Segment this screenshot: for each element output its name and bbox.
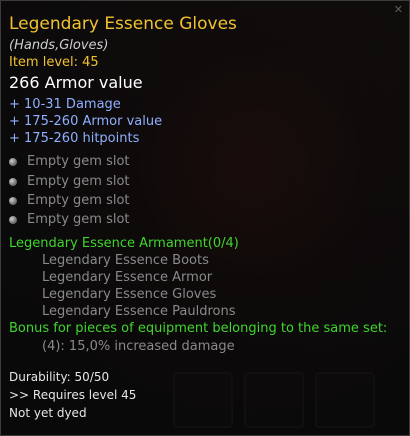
gem-slot: Empty gem slot — [9, 154, 130, 169]
durability: Durability: 50/50 — [9, 370, 110, 384]
gem-socket-icon — [9, 157, 17, 166]
gem-slot-label: Empty gem slot — [27, 154, 130, 169]
close-icon: ✕ — [393, 3, 403, 16]
gem-slot: Empty gem slot — [9, 212, 130, 227]
item-level: Item level: 45 — [9, 55, 99, 70]
set-bonus-header: Bonus for pieces of equipment belonging … — [9, 321, 388, 336]
gem-slot: Empty gem slot — [9, 174, 130, 189]
gem-slot-label: Empty gem slot — [27, 193, 130, 208]
bonus-stat: + 175-260 Armor value — [9, 114, 163, 129]
gem-socket-icon — [9, 215, 17, 224]
set-item: Legendary Essence Pauldrons — [42, 304, 236, 319]
set-item: Legendary Essence Boots — [42, 253, 209, 268]
set-title: Legendary Essence Armament(0/4) — [9, 236, 239, 251]
bonus-stat: + 175-260 hitpoints — [9, 131, 140, 146]
set-bonus: (4): 15,0% increased damage — [42, 339, 235, 354]
gem-slot: Empty gem slot — [9, 193, 130, 208]
dye-status: Not yet dyed — [9, 406, 87, 420]
item-name: Legendary Essence Gloves — [9, 14, 237, 34]
gem-socket-icon — [9, 196, 17, 205]
set-item: Legendary Essence Gloves — [42, 287, 217, 302]
item-tooltip: ✕ Legendary Essence Gloves (Hands,Gloves… — [0, 0, 410, 436]
gem-slot-label: Empty gem slot — [27, 212, 130, 227]
gem-slot-label: Empty gem slot — [27, 174, 130, 189]
level-requirement: >> Requires level 45 — [9, 388, 137, 402]
gem-socket-icon — [9, 177, 17, 186]
set-item: Legendary Essence Armor — [42, 270, 213, 285]
item-type: (Hands,Gloves) — [9, 38, 109, 53]
bonus-stat: + 10-31 Damage — [9, 97, 121, 112]
armor-value: 266 Armor value — [9, 73, 143, 92]
